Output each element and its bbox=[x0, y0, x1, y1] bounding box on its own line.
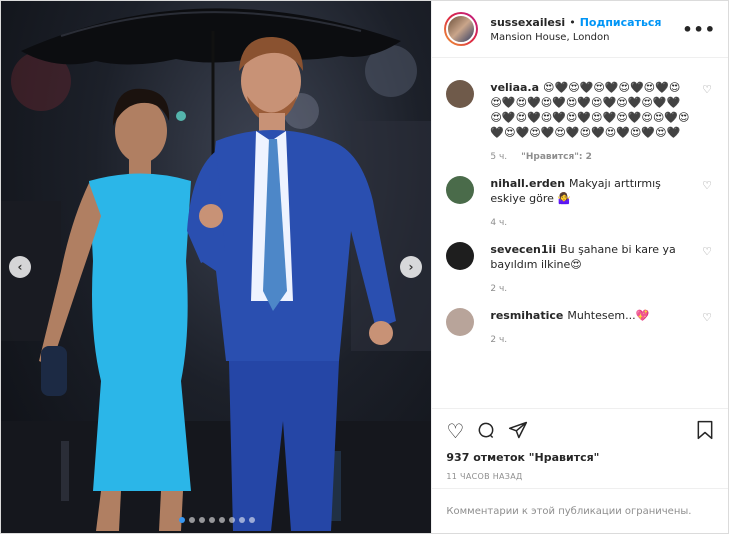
comment-username[interactable]: resmihatice bbox=[490, 309, 563, 322]
carousel-dot bbox=[218, 517, 225, 523]
author-line: sussexailesi • Подписаться bbox=[490, 16, 682, 29]
comment-body: veliaa.a 😍🖤😍🖤😍🖤😍🖤😍🖤😍😍🖤😍🖤😍🖤😍🖤😍🖤😍🖤😍🖤🖤😍🖤😍🖤😍🖤… bbox=[490, 80, 690, 162]
comment-body: sevecen1ii Bu şahane bi kare ya bayıldım … bbox=[490, 242, 690, 294]
carousel-dot bbox=[188, 517, 195, 523]
post-header: sussexailesi • Подписаться Mansion House… bbox=[432, 1, 728, 58]
chevron-right-icon: › bbox=[408, 260, 414, 274]
post-actions: ♡ 937 отметок "Нравится" 11 ЧАСОВ НАЗАД bbox=[432, 408, 728, 488]
author-avatar-image bbox=[446, 14, 477, 44]
separator-dot: • bbox=[569, 15, 576, 29]
carousel-dot bbox=[238, 517, 245, 523]
heart-icon[interactable]: ♡ bbox=[446, 421, 464, 441]
comment-likes[interactable]: "Нравится": 2 bbox=[521, 152, 592, 162]
comment-avatar[interactable] bbox=[446, 308, 475, 336]
comment-time[interactable]: 4 ч. bbox=[490, 218, 507, 228]
instagram-post: ‹ › sussexailesi • Подписаться Mansion H… bbox=[0, 0, 729, 534]
comment-time[interactable]: 2 ч. bbox=[490, 335, 507, 345]
comment-meta: 4 ч. bbox=[490, 218, 690, 228]
comment-text-block: veliaa.a 😍🖤😍🖤😍🖤😍🖤😍🖤😍😍🖤😍🖤😍🖤😍🖤😍🖤😍🖤😍🖤🖤😍🖤😍🖤😍🖤… bbox=[490, 80, 690, 140]
carousel-dot bbox=[198, 517, 205, 523]
comments-list[interactable]: veliaa.a 😍🖤😍🖤😍🖤😍🖤😍🖤😍😍🖤😍🖤😍🖤😍🖤😍🖤😍🖤😍🖤🖤😍🖤😍🖤😍🖤… bbox=[432, 58, 728, 408]
carousel-dot bbox=[208, 517, 215, 523]
comment-text-block: nihall.erden Makyajı arttırmış eskiye gör… bbox=[490, 176, 690, 206]
comment-like-heart-icon[interactable]: ♡ bbox=[702, 311, 712, 324]
comment-like-heart-icon[interactable]: ♡ bbox=[702, 179, 712, 192]
comment-item: veliaa.a 😍🖤😍🖤😍🖤😍🖤😍🖤😍😍🖤😍🖤😍🖤😍🖤😍🖤😍🖤😍🖤🖤😍🖤😍🖤😍🖤… bbox=[446, 80, 714, 162]
comment-icon[interactable] bbox=[476, 420, 496, 443]
carousel-indicator bbox=[1, 517, 431, 523]
author-username[interactable]: sussexailesi bbox=[490, 16, 565, 29]
comment-meta: 2 ч. bbox=[490, 284, 690, 294]
share-icon[interactable] bbox=[508, 420, 528, 443]
comment-item: nihall.erden Makyajı arttırmış eskiye gör… bbox=[446, 176, 714, 228]
comment-item: resmihatice Muhtesem...💖 2 ч. ♡ bbox=[446, 308, 714, 345]
comment-avatar[interactable] bbox=[446, 80, 475, 108]
comment-body: resmihatice Muhtesem...💖 2 ч. bbox=[490, 308, 690, 345]
comment-text-block: sevecen1ii Bu şahane bi kare ya bayıldım … bbox=[490, 242, 690, 272]
post-photo[interactable]: ‹ › bbox=[1, 1, 432, 533]
post-timestamp[interactable]: 11 ЧАСОВ НАЗАД bbox=[446, 472, 714, 481]
author-avatar[interactable] bbox=[444, 12, 479, 46]
comment-like-heart-icon[interactable]: ♡ bbox=[702, 245, 712, 258]
comment-like-heart-icon[interactable]: ♡ bbox=[702, 83, 712, 96]
likes-count[interactable]: 937 отметок "Нравится" bbox=[446, 451, 714, 464]
comment-avatar[interactable] bbox=[446, 242, 475, 270]
photo-illustration bbox=[1, 8, 432, 533]
comment-meta: 2 ч. bbox=[490, 335, 690, 345]
comment-username[interactable]: sevecen1ii bbox=[490, 243, 556, 256]
comment-item: sevecen1ii Bu şahane bi kare ya bayıldım … bbox=[446, 242, 714, 294]
post-side-panel: sussexailesi • Подписаться Mansion House… bbox=[431, 1, 728, 533]
carousel-dot bbox=[178, 517, 185, 523]
previous-slide-button[interactable]: ‹ bbox=[9, 256, 31, 278]
comments-disabled-notice: Комментарии к этой публикации ограничены… bbox=[432, 488, 728, 533]
more-options-icon[interactable]: ••• bbox=[682, 20, 716, 39]
follow-button[interactable]: Подписаться bbox=[580, 16, 662, 29]
post-location[interactable]: Mansion House, London bbox=[490, 32, 682, 43]
comment-meta: 5 ч. "Нравится": 2 bbox=[490, 152, 690, 162]
action-icons-row: ♡ bbox=[446, 417, 714, 445]
comment-time[interactable]: 5 ч. bbox=[490, 152, 507, 162]
next-slide-button[interactable]: › bbox=[400, 256, 422, 278]
chevron-left-icon: ‹ bbox=[17, 260, 23, 274]
carousel-dot bbox=[248, 517, 255, 523]
comment-body: nihall.erden Makyajı arttırmış eskiye gör… bbox=[490, 176, 690, 228]
comment-avatar[interactable] bbox=[446, 176, 475, 204]
comment-text: Muhtesem...💖 bbox=[567, 309, 650, 322]
comment-username[interactable]: nihall.erden bbox=[490, 177, 565, 190]
author-info: sussexailesi • Подписаться Mansion House… bbox=[490, 16, 682, 43]
carousel-dot bbox=[228, 517, 235, 523]
comment-text-block: resmihatice Muhtesem...💖 bbox=[490, 308, 690, 323]
comment-username[interactable]: veliaa.a bbox=[490, 81, 539, 94]
bookmark-icon[interactable] bbox=[696, 420, 714, 443]
comment-time[interactable]: 2 ч. bbox=[490, 284, 507, 294]
